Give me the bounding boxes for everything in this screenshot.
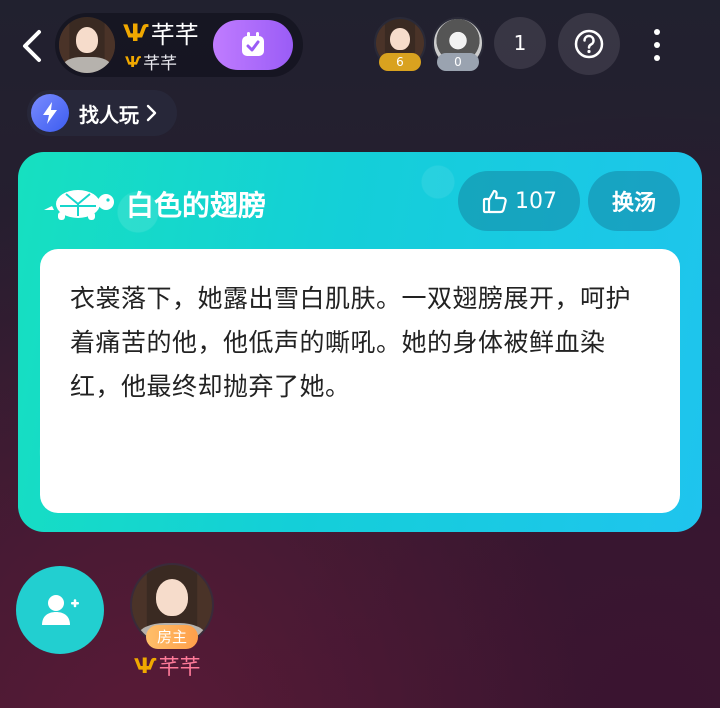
trident-icon: Ѱ: [123, 18, 149, 47]
viewer-badge: 0: [437, 53, 479, 71]
viewer-avatar-1[interactable]: 6: [374, 17, 426, 73]
online-count[interactable]: 1: [494, 17, 546, 69]
lightning-icon: [31, 94, 69, 132]
chevron-right-icon: [146, 104, 157, 122]
host-role-badge: 房主: [146, 625, 198, 649]
like-button[interactable]: 107: [458, 171, 580, 231]
host-info-pill[interactable]: Ѱ 芊芊 Ѱ 芊芊: [55, 13, 303, 77]
host-sub-label: Ѱ 芊芊: [125, 52, 178, 75]
trident-icon: Ѱ: [125, 52, 142, 71]
find-players-button[interactable]: 找人玩: [27, 90, 177, 136]
seat-host-name: Ѱ 芊芊: [134, 654, 201, 679]
swap-soup-button[interactable]: 换汤: [588, 171, 680, 231]
chevron-left-icon: [23, 30, 41, 62]
puzzle-card: 白色的翅膀 107 换汤 衣裳落下，她露出雪白肌肤。一双翅膀展开，呵护着痛苦的他…: [18, 152, 702, 532]
invite-user-button[interactable]: [16, 566, 104, 654]
card-title: 白色的翅膀: [126, 189, 267, 222]
viewer-avatar-2[interactable]: 0: [432, 17, 484, 73]
thumbs-up-icon: [482, 189, 507, 214]
more-options-button[interactable]: [640, 20, 674, 70]
add-user-icon: [42, 595, 79, 625]
host-avatar[interactable]: [59, 17, 115, 73]
question-icon: [574, 29, 604, 59]
viewer-badge: 6: [379, 53, 421, 71]
vertical-dots-icon: [654, 29, 660, 61]
turtle-icon: [44, 190, 114, 220]
host-seat[interactable]: 房主 Ѱ 芊芊: [130, 563, 214, 683]
trident-icon: Ѱ: [134, 654, 157, 678]
calendar-check-icon: [242, 32, 264, 56]
checkin-button[interactable]: [213, 20, 293, 70]
story-box: 衣裳落下，她露出雪白肌肤。一双翅膀展开，呵护着痛苦的他，他低声的嘶吼。她的身体被…: [40, 249, 680, 513]
host-name: Ѱ 芊芊: [123, 18, 199, 50]
story-text: 衣裳落下，她露出雪白肌肤。一双翅膀展开，呵护着痛苦的他，他低声的嘶吼。她的身体被…: [70, 284, 632, 401]
help-button[interactable]: [558, 13, 620, 75]
back-button[interactable]: [14, 22, 50, 70]
